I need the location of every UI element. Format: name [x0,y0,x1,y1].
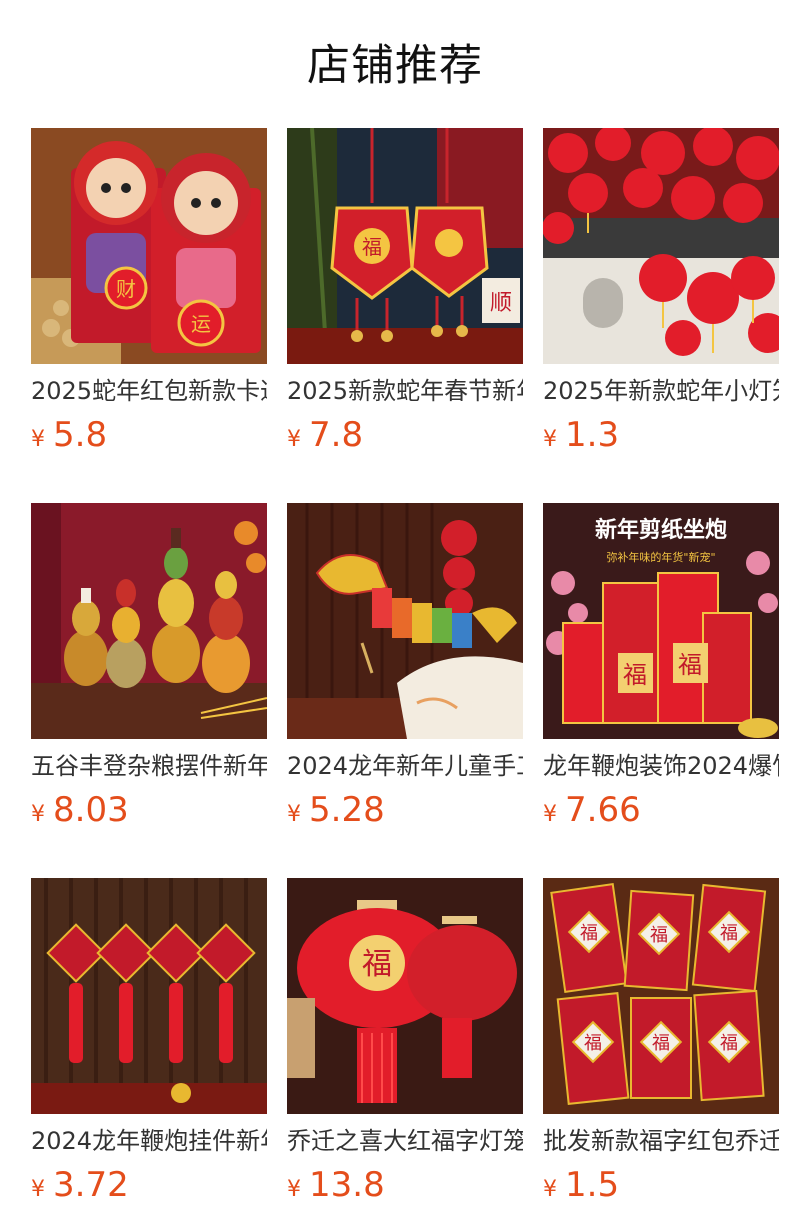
product-card[interactable]: 福 顺 2025新款蛇年春节新年挂件装饰 ¥ 7.8 [287,128,523,456]
product-card[interactable]: 福 福 福 福 福 福 批发新款福字红包乔迁利是封 ¥ 1.5 [543,878,779,1206]
product-image[interactable] [31,878,267,1114]
svg-text:福: 福 [650,925,668,946]
product-image[interactable] [31,503,267,739]
product-price: ¥ 5.28 [287,789,523,831]
product-name[interactable]: 2025年新款蛇年小灯笼挂饰 [543,374,779,408]
svg-text:福: 福 [580,923,598,944]
product-price: ¥ 5.8 [31,414,267,456]
product-card[interactable]: 五谷丰登杂粮摆件新年装饰 ¥ 8.03 [31,503,267,831]
svg-text:新年剪纸坐炮: 新年剪纸坐炮 [595,517,727,543]
currency-symbol: ¥ [287,802,301,827]
page-title: 店铺推荐 [307,41,483,91]
product-price: ¥ 1.3 [543,414,779,456]
product-name[interactable]: 2025新款蛇年春节新年挂件装饰 [287,374,523,408]
currency-symbol: ¥ [543,1177,557,1202]
product-price: ¥ 1.5 [543,1164,779,1206]
price-value: 5.8 [53,415,108,455]
product-image[interactable]: 福 顺 [287,128,523,364]
product-image[interactable] [287,503,523,739]
currency-symbol: ¥ [287,1177,301,1202]
product-name[interactable]: 龙年鞭炮装饰2024爆竹挂件 [543,749,779,783]
currency-symbol: ¥ [31,802,45,827]
product-name[interactable]: 2025蛇年红包新款卡通创意红包 [31,374,267,408]
product-image[interactable] [543,128,779,364]
product-price: ¥ 7.8 [287,414,523,456]
product-name[interactable]: 批发新款福字红包乔迁利是封 [543,1124,779,1158]
product-card[interactable]: 2025年新款蛇年小灯笼挂饰 ¥ 1.3 [543,128,779,456]
svg-text:福: 福 [362,235,382,259]
currency-symbol: ¥ [287,427,301,452]
product-image[interactable]: 福 [287,878,523,1114]
product-image[interactable]: 新年剪纸坐炮 弥补年味的年货"新宠" 福 福 [543,503,779,739]
svg-text:福: 福 [678,651,702,679]
product-card[interactable]: 福 乔迁之喜大红福字灯笼挂饰 ¥ 13.8 [287,878,523,1206]
product-name[interactable]: 乔迁之喜大红福字灯笼挂饰 [287,1124,523,1158]
svg-text:福: 福 [623,661,647,689]
price-value: 7.8 [309,415,364,455]
svg-text:福: 福 [652,1033,670,1054]
product-card[interactable]: 财 运 2025蛇年红包新款卡通创意红包 ¥ 5.8 [31,128,267,456]
product-card[interactable]: 2024龙年新年儿童手工舞龙 ¥ 5.28 [287,503,523,831]
currency-symbol: ¥ [31,1177,45,1202]
product-price: ¥ 7.66 [543,789,779,831]
price-value: 5.28 [309,790,385,830]
product-grid: 财 运 2025蛇年红包新款卡通创意红包 ¥ 5.8 福 [31,128,779,1206]
currency-symbol: ¥ [543,427,557,452]
svg-text:财: 财 [116,277,136,301]
price-value: 8.03 [53,790,129,830]
svg-text:福: 福 [362,947,392,982]
product-card[interactable]: 2024龙年鞭炮挂件新年装饰 ¥ 3.72 [31,878,267,1206]
price-value: 3.72 [53,1165,129,1205]
currency-symbol: ¥ [543,802,557,827]
product-image[interactable]: 福 福 福 福 福 福 [543,878,779,1114]
price-value: 7.66 [565,790,641,830]
price-value: 1.5 [565,1165,620,1205]
svg-text:弥补年味的年货"新宠": 弥补年味的年货"新宠" [606,550,715,564]
price-value: 1.3 [565,415,620,455]
product-card[interactable]: 新年剪纸坐炮 弥补年味的年货"新宠" 福 福 龙年鞭炮装饰2024爆竹挂件 ¥ … [543,503,779,831]
product-name[interactable]: 2024龙年鞭炮挂件新年装饰 [31,1124,267,1158]
product-name[interactable]: 2024龙年新年儿童手工舞龙 [287,749,523,783]
price-value: 13.8 [309,1165,385,1205]
product-price: ¥ 8.03 [31,789,267,831]
svg-text:福: 福 [584,1033,602,1054]
svg-text:福: 福 [720,923,738,944]
svg-text:顺: 顺 [490,291,512,316]
product-price: ¥ 3.72 [31,1164,267,1206]
product-image[interactable]: 财 运 [31,128,267,364]
currency-symbol: ¥ [31,427,45,452]
svg-text:福: 福 [720,1033,738,1054]
product-price: ¥ 13.8 [287,1164,523,1206]
svg-text:运: 运 [191,312,211,336]
product-name[interactable]: 五谷丰登杂粮摆件新年装饰 [31,749,267,783]
